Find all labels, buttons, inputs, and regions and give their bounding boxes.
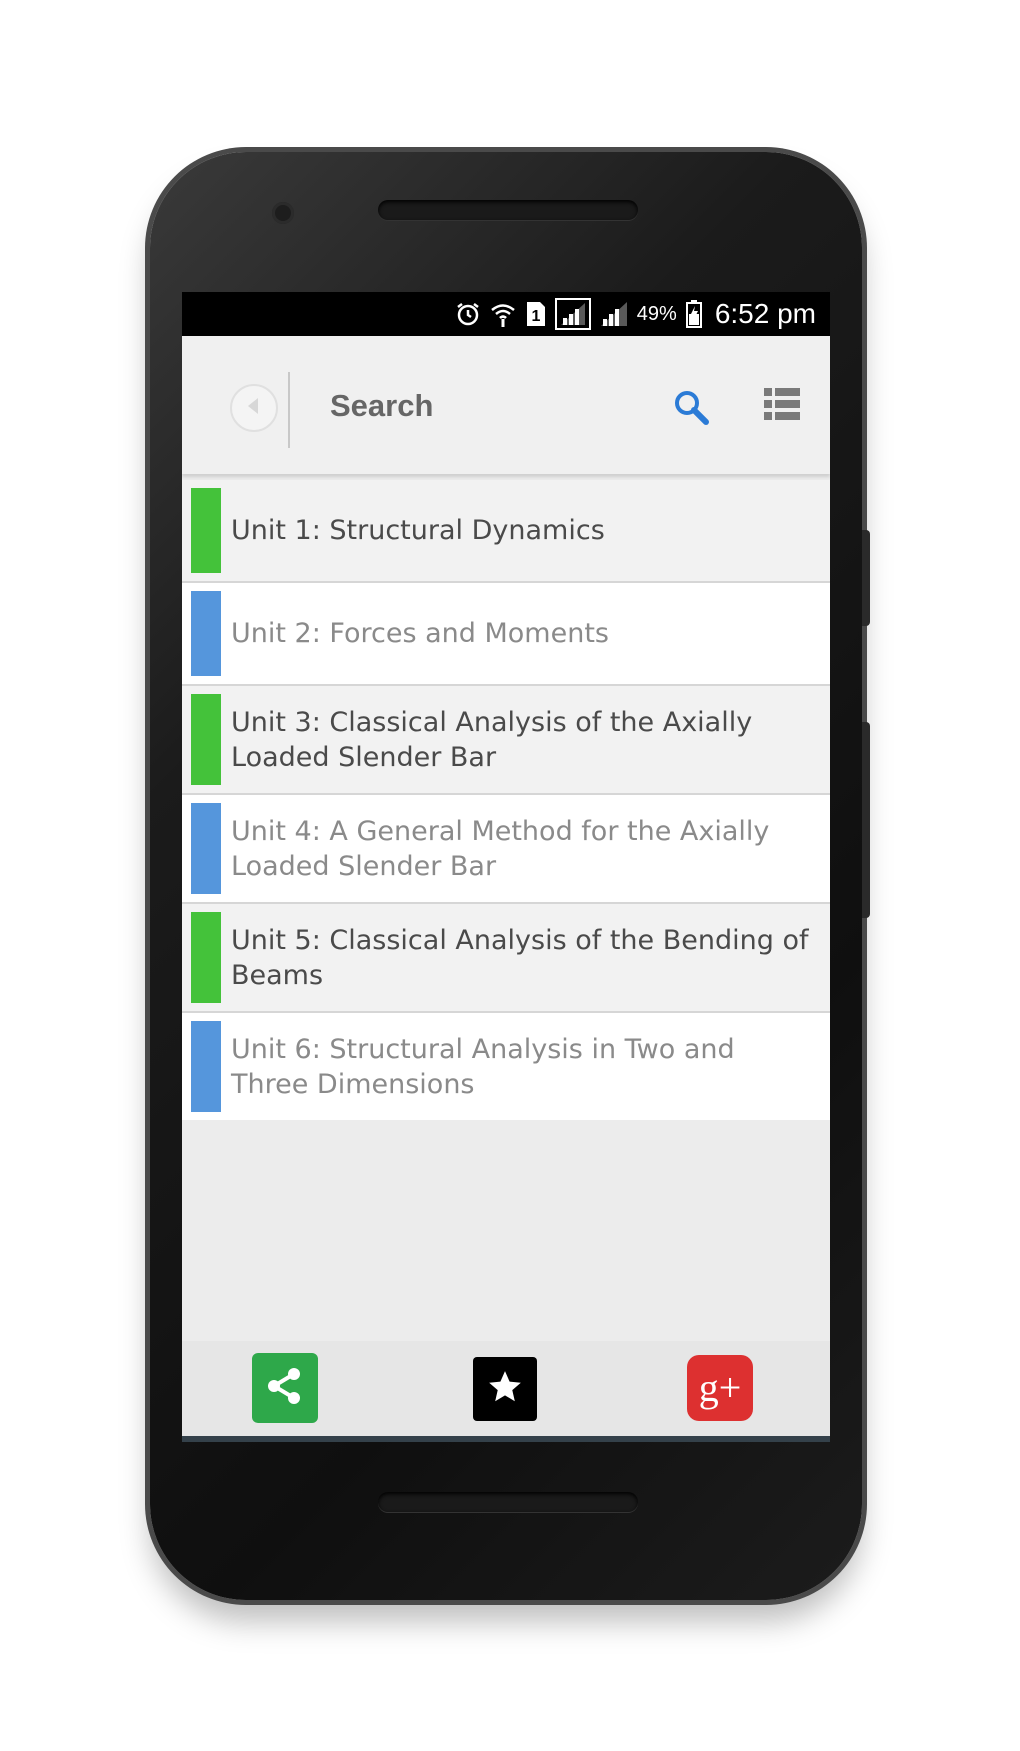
list-item-label: Unit 6: Structural Analysis in Two and T… — [231, 1033, 735, 1100]
google-plus-icon: g+ — [698, 1365, 742, 1410]
power-button — [862, 722, 870, 918]
list-item-label: Unit 4: A General Method for the Axially… — [231, 815, 770, 882]
back-button[interactable] — [230, 384, 278, 432]
list-menu-icon — [762, 388, 802, 428]
toolbar: Search — [182, 336, 830, 474]
search-title[interactable]: Search — [330, 388, 433, 424]
phone-frame: 1 49% 6:52 pm Search Unit 1: Structural … — [150, 152, 870, 1600]
favorite-button[interactable] — [473, 1357, 537, 1421]
toolbar-divider — [288, 372, 290, 448]
list-item[interactable]: Unit 6: Structural Analysis in Two and T… — [182, 1013, 830, 1120]
list-item[interactable]: Unit 1: Structural Dynamics — [182, 480, 830, 583]
share-icon — [263, 1364, 307, 1413]
list-item-color-bar — [191, 694, 221, 785]
list-item-color-bar — [191, 591, 221, 676]
google-plus-button[interactable]: g+ — [687, 1355, 753, 1421]
star-icon — [486, 1368, 524, 1411]
clock: 6:52 pm — [714, 298, 816, 329]
list-item[interactable]: Unit 4: A General Method for the Axially… — [182, 795, 830, 904]
search-button[interactable] — [672, 388, 712, 428]
signal-icon — [554, 298, 591, 330]
volume-button — [862, 530, 870, 626]
list-item[interactable]: Unit 2: Forces and Moments — [182, 583, 830, 686]
alarm-icon — [455, 301, 481, 327]
list-item-label: Unit 1: Structural Dynamics — [231, 515, 605, 546]
battery-percent: 49% — [636, 302, 677, 325]
list-item[interactable]: Unit 5: Classical Analysis of the Bendin… — [182, 904, 830, 1013]
list-item-color-bar — [191, 1021, 221, 1112]
sim-label: 1 — [531, 308, 540, 325]
search-icon — [672, 391, 712, 432]
wifi-icon — [489, 300, 517, 328]
bottom-bar: g+ — [182, 1341, 830, 1436]
list-menu-button[interactable] — [762, 384, 802, 424]
list-item-label: Unit 3: Classical Analysis of the Axiall… — [231, 706, 753, 773]
screen: 1 49% 6:52 pm Search Unit 1: Structural … — [182, 292, 830, 1442]
list-item-color-bar — [191, 488, 221, 573]
top-speaker — [378, 200, 638, 220]
battery-icon — [685, 299, 703, 329]
sim-icon: 1 — [525, 300, 547, 328]
list-item-label: Unit 2: Forces and Moments — [231, 618, 609, 649]
back-arrow-icon — [242, 394, 266, 423]
nav-strip — [182, 1436, 830, 1442]
unit-list: Unit 1: Structural Dynamics Unit 2: Forc… — [182, 480, 830, 1120]
status-bar: 1 49% 6:52 pm — [182, 292, 830, 336]
signal-icon — [599, 300, 629, 328]
bottom-speaker — [378, 1492, 638, 1512]
list-item-color-bar — [191, 803, 221, 894]
front-camera — [272, 202, 294, 224]
share-button[interactable] — [252, 1353, 318, 1423]
list-item[interactable]: Unit 3: Classical Analysis of the Axiall… — [182, 686, 830, 795]
list-item-label: Unit 5: Classical Analysis of the Bendin… — [231, 924, 809, 991]
list-item-color-bar — [191, 912, 221, 1003]
